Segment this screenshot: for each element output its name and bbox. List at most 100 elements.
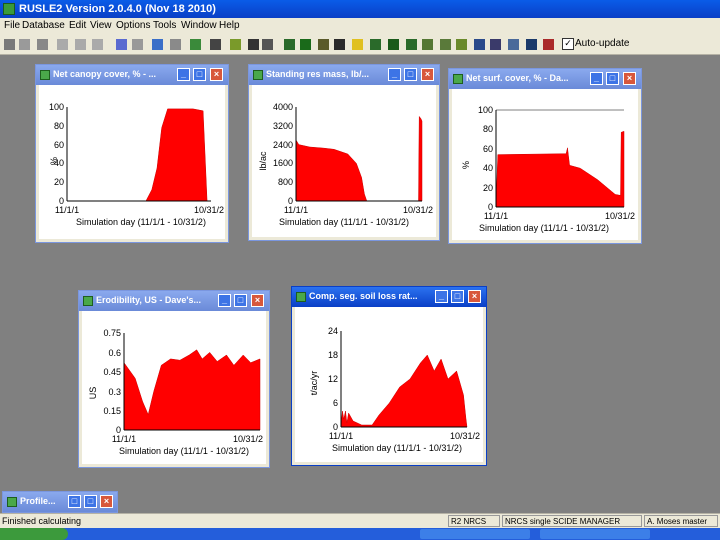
minimize-button[interactable]: _ [388,68,401,81]
auto-update-checkbox[interactable]: ✓ [562,38,574,50]
maximize-button[interactable]: □ [234,294,247,307]
hydraulic-icon[interactable] [406,39,417,50]
soil-loss-window[interactable]: Comp. seg. soil loss rat... _ □ × 24 18 … [291,286,487,466]
restore-button[interactable]: □ [68,495,81,508]
y-axis-label: lb/ac [258,151,268,171]
map-icon[interactable] [474,39,485,50]
menu-tools[interactable]: Tools [153,20,176,31]
y-tick-label: 12 [328,374,338,384]
maximize-button[interactable]: □ [84,495,97,508]
arrow-icon[interactable] [152,39,163,50]
menu-options[interactable]: Options [116,20,150,31]
y-tick-label: 800 [278,177,293,187]
y-axis-label: % [49,157,59,165]
operation-icon[interactable] [284,39,295,50]
close-button[interactable]: × [421,68,434,81]
x-axis-label: Simulation day (11/1/1 - 10/31/2) [279,217,409,227]
window-icon[interactable] [262,39,273,50]
x-tick-label: 10/31/2 [233,434,263,444]
stop-icon[interactable] [543,39,554,50]
menu-edit[interactable]: Edit [69,20,86,31]
save-icon[interactable] [4,39,15,50]
app-title: RUSLE2 Version 2.0.4.0 (Nov 18 2010) [19,3,216,15]
y-tick-label: 60 [483,144,493,154]
y-tick-label: 60 [54,140,64,150]
residue-chart: 4000 3200 2400 1600 800 0 lb/ac 11/1/1 1… [258,102,433,227]
menu-file[interactable]: File [4,20,20,31]
minimize-button[interactable]: _ [218,294,231,307]
close-button[interactable]: × [468,290,481,303]
menubar: File Database Edit View Options Tools Wi… [0,18,720,35]
standing-residue-window[interactable]: Standing res mass, lb/... _ □ × 4000 320… [248,64,440,241]
status-bar: Finished calculating R2 NRCS NRCS single… [0,513,720,529]
start-button[interactable] [0,528,68,540]
y-tick-label: 4000 [273,102,293,112]
window-titlebar[interactable]: Profile... □ □ × [3,492,117,512]
table-icon[interactable] [248,39,259,50]
close-button[interactable]: × [623,72,636,85]
paste-icon[interactable] [92,39,103,50]
minimize-button[interactable]: _ [177,68,190,81]
terrace-icon[interactable] [422,39,433,50]
minimize-button[interactable]: _ [435,290,448,303]
cut-icon[interactable] [57,39,68,50]
taskbar-item[interactable] [420,529,530,539]
window-title: Net canopy cover, % - ... [53,69,157,79]
surface-cover-window[interactable]: Net surf. cover, % - Da... _ □ × 100 80 … [448,68,642,244]
menu-view[interactable]: View [90,20,112,31]
climate-icon[interactable] [190,39,201,50]
y-tick-label: 40 [483,163,493,173]
menu-help[interactable]: Help [219,20,240,31]
minimize-button[interactable]: _ [590,72,603,85]
globe-icon[interactable] [526,39,537,50]
tree-icon[interactable] [388,39,399,50]
slope-icon[interactable] [456,39,467,50]
barrier-icon[interactable] [370,39,381,50]
management-icon[interactable] [230,39,241,50]
residue-icon[interactable] [318,39,329,50]
status-cell-profile: NRCS single SCIDE MANAGER [502,515,642,527]
close-button[interactable]: × [100,495,113,508]
canopy-cover-window[interactable]: Net canopy cover, % - ... _ □ × 100 80 6… [35,64,229,243]
soil-icon[interactable] [210,39,221,50]
window-icon [453,74,463,84]
y-tick-label: 0.75 [103,328,121,338]
taskbar-item[interactable] [540,529,650,539]
erodibility-window[interactable]: Erodibility, US - Dave's... _ □ × 0.75 0… [78,290,270,468]
grid-icon[interactable] [170,39,181,50]
maximize-button[interactable]: □ [606,72,619,85]
y-tick-label: 1600 [273,158,293,168]
undo-icon[interactable] [116,39,127,50]
maximize-button[interactable]: □ [451,290,464,303]
strips-icon[interactable] [334,39,345,50]
window-titlebar[interactable]: Erodibility, US - Dave's... _ □ × [79,291,269,311]
x-tick-label: 11/1/1 [112,434,136,444]
vegetation-icon[interactable] [300,39,311,50]
taskbar [0,528,720,540]
redo-icon[interactable] [132,39,143,50]
window-titlebar[interactable]: Net surf. cover, % - Da... _ □ × [449,69,641,89]
close-button[interactable]: × [210,68,223,81]
contour-icon[interactable] [352,39,363,50]
status-cell-user: A. Moses master [644,515,718,527]
window-icon [7,497,17,507]
menu-database[interactable]: Database [22,20,65,31]
maximize-button[interactable]: □ [193,68,206,81]
plan-icon[interactable] [508,39,519,50]
chart-area: 4000 3200 2400 1600 800 0 lb/ac 11/1/1 1… [252,85,436,237]
window-titlebar[interactable]: Comp. seg. soil loss rat... _ □ × [292,287,486,307]
window-titlebar[interactable]: Net canopy cover, % - ... _ □ × [36,65,228,85]
profile-icon[interactable] [440,39,451,50]
maximize-button[interactable]: □ [404,68,417,81]
menu-window[interactable]: Window [181,20,217,31]
worksheet-icon[interactable] [490,39,501,50]
app-titlebar[interactable]: RUSLE2 Version 2.0.4.0 (Nov 18 2010) [0,0,720,18]
save-all-icon[interactable] [19,39,30,50]
close-button[interactable]: × [251,294,264,307]
copy-icon[interactable] [75,39,86,50]
window-titlebar[interactable]: Standing res mass, lb/... _ □ × [249,65,439,85]
profile-window[interactable]: Profile... □ □ × [2,491,118,513]
window-icon [253,70,263,80]
y-tick-label: 6 [333,398,338,408]
print-icon[interactable] [37,39,48,50]
